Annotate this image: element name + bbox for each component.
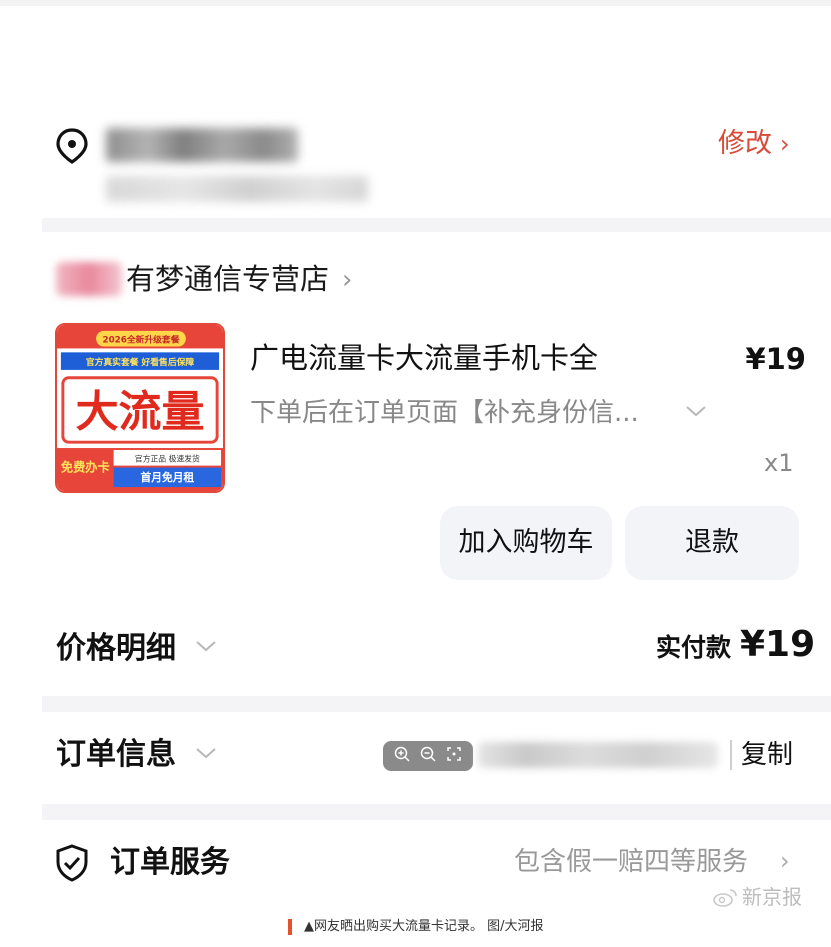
zoom-out-icon[interactable] bbox=[419, 745, 437, 767]
chevron-right-icon: › bbox=[780, 130, 790, 158]
product-spec[interactable]: 下单后在订单页面【补充身份信... bbox=[250, 393, 639, 433]
shop-name[interactable]: 有梦通信专营店 bbox=[126, 258, 329, 300]
photo-caption: ▲网友晒出购买大流量卡记录。 图/大河报 bbox=[288, 916, 544, 938]
shop-logo-redacted bbox=[56, 262, 122, 296]
add-to-cart-button[interactable]: 加入购物车 bbox=[440, 506, 612, 580]
section-divider bbox=[42, 696, 831, 712]
paid-label: 实付款 bbox=[656, 633, 732, 662]
order-info-title[interactable]: 订单信息 bbox=[56, 732, 176, 778]
caption-text: ▲网友晒出购买大流量卡记录。 图/大河报 bbox=[304, 919, 544, 934]
refund-button[interactable]: 退款 bbox=[625, 506, 799, 580]
chevron-down-icon[interactable] bbox=[194, 745, 218, 765]
product-title[interactable]: 广电流量卡大流量手机卡全 bbox=[250, 336, 598, 380]
watermark-text: 新京报 bbox=[742, 885, 802, 909]
price-detail-title[interactable]: 价格明细 bbox=[56, 626, 176, 672]
modify-address-button[interactable]: 修改 › bbox=[718, 124, 790, 164]
image-corner: 免费办卡 bbox=[61, 459, 110, 474]
watermark: 新京报 bbox=[712, 880, 802, 914]
location-pin-icon bbox=[54, 128, 90, 164]
address-detail-redacted bbox=[106, 176, 368, 202]
zoom-in-icon[interactable] bbox=[393, 745, 411, 767]
chevron-down-icon[interactable] bbox=[684, 398, 708, 428]
vertical-divider bbox=[730, 740, 732, 770]
caption-marker bbox=[288, 919, 292, 935]
paid-amount: ¥19 bbox=[740, 624, 816, 665]
modify-address-label: 修改 bbox=[718, 128, 772, 159]
product-thumbnail[interactable]: 2026全新升级套餐 官方真实套餐 好看售后保障 大流量 官方正品 极速发货 首… bbox=[55, 323, 225, 493]
image-top-badge: 2026全新升级套餐 bbox=[102, 334, 179, 346]
image-line2: 首月免月租 bbox=[141, 471, 195, 484]
section-divider bbox=[42, 804, 831, 820]
image-line1: 官方正品 极速发货 bbox=[135, 454, 200, 464]
chevron-right-icon: › bbox=[780, 847, 790, 875]
section-divider bbox=[42, 218, 831, 232]
image-headline: 大流量 bbox=[76, 388, 205, 438]
fit-screen-icon[interactable] bbox=[445, 745, 463, 767]
weibo-icon bbox=[713, 889, 737, 907]
product-price: ¥19 bbox=[745, 342, 806, 376]
image-zoom-toolbar bbox=[383, 741, 473, 771]
chevron-down-icon[interactable] bbox=[194, 638, 218, 658]
product-quantity: x1 bbox=[764, 449, 794, 477]
chevron-right-icon: › bbox=[342, 265, 353, 295]
shield-check-icon bbox=[53, 843, 91, 883]
image-slogan: 官方真实套餐 好看售后保障 bbox=[86, 356, 194, 368]
order-number-redacted bbox=[478, 742, 718, 768]
top-edge bbox=[0, 0, 831, 6]
order-service-title[interactable]: 订单服务 bbox=[110, 840, 230, 886]
service-description[interactable]: 包含假一赔四等服务 bbox=[514, 842, 748, 882]
address-name-redacted bbox=[106, 128, 298, 162]
copy-order-button[interactable]: 复制 bbox=[741, 735, 793, 775]
